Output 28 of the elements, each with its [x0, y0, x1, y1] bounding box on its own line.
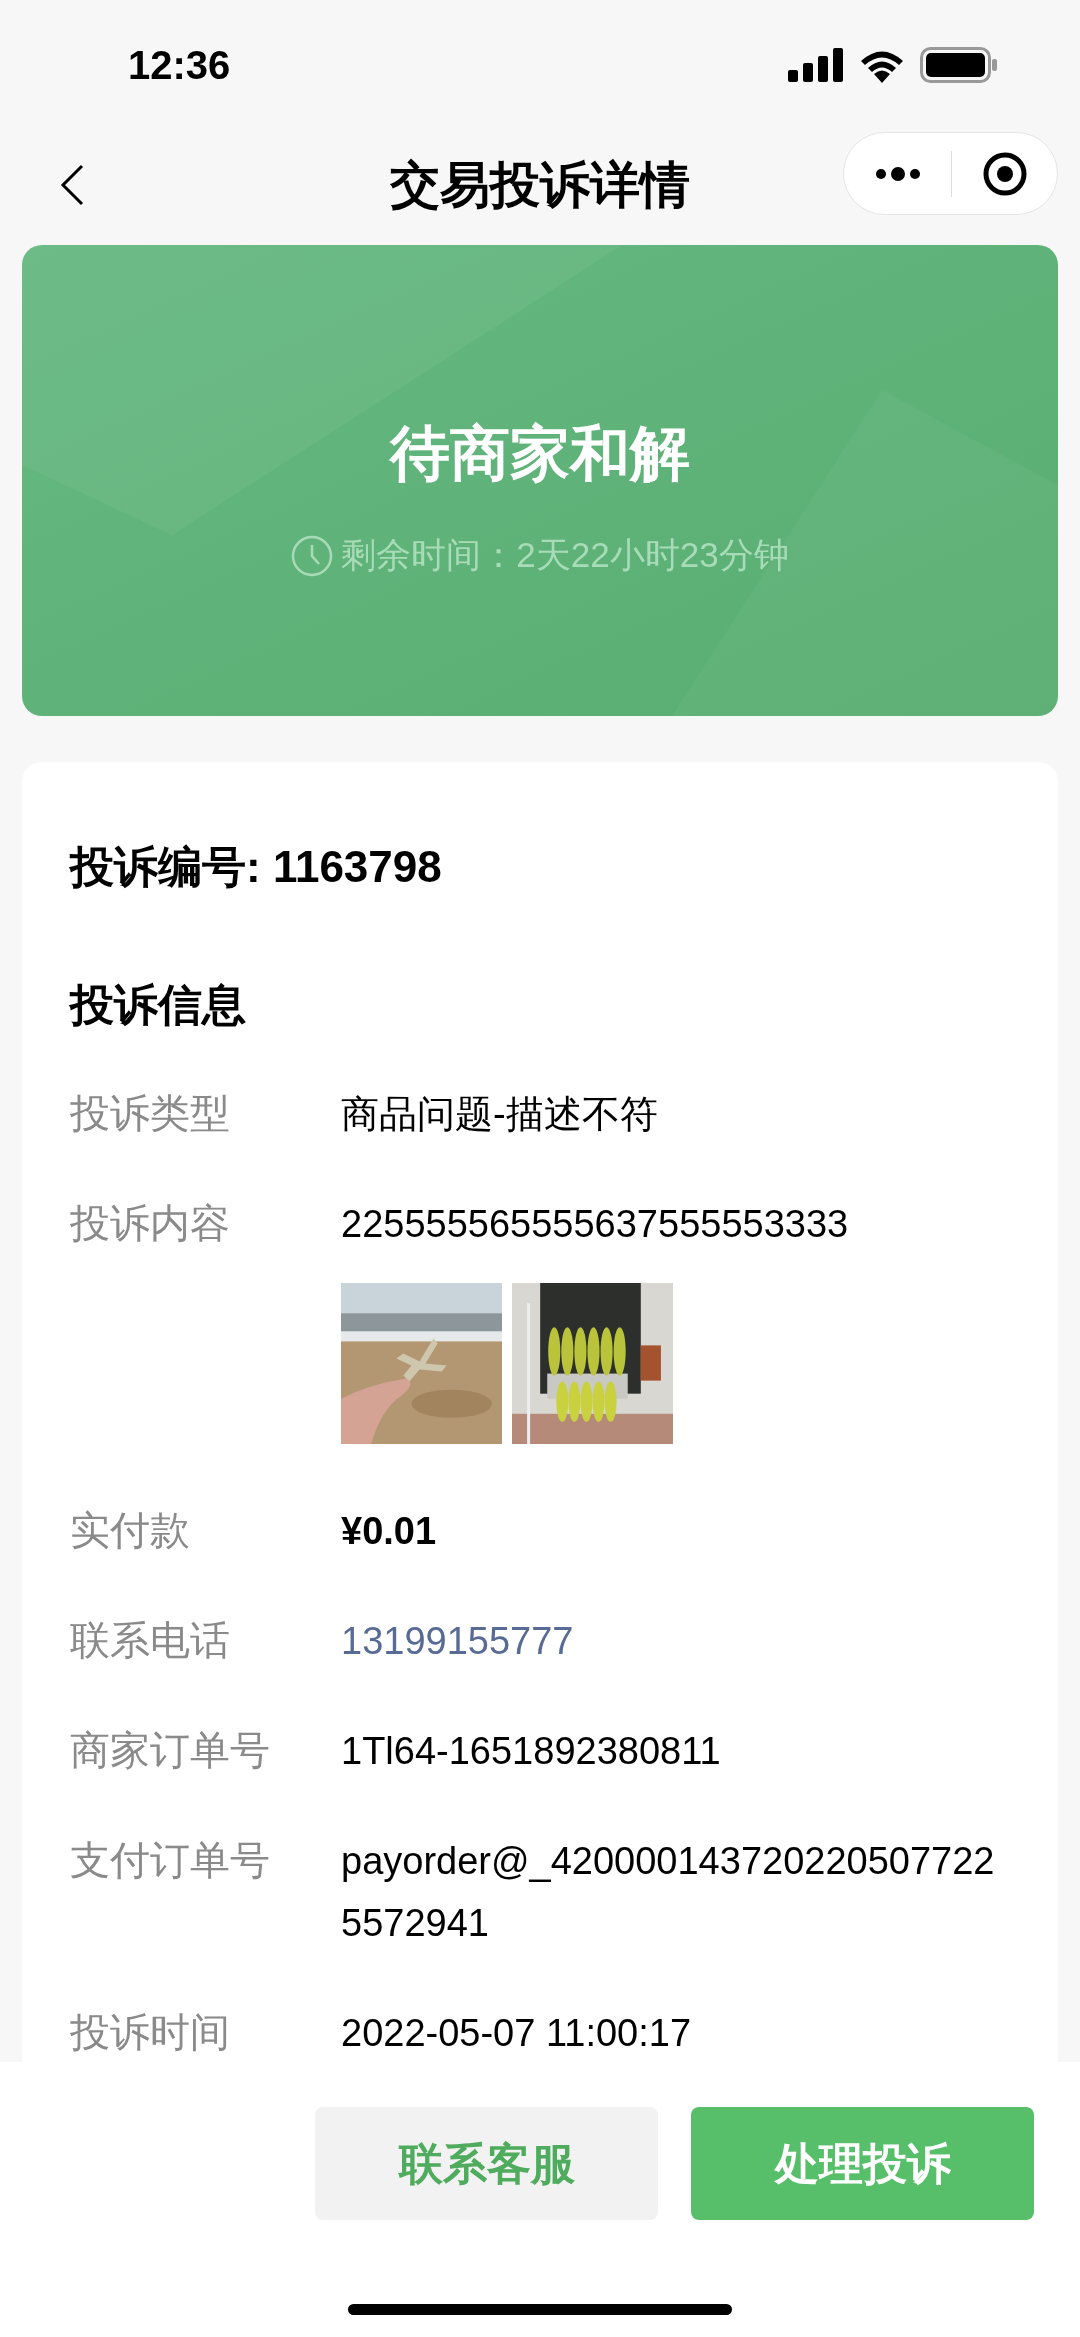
complaint-number: 投诉编号: 1163798 — [70, 841, 443, 893]
field-value: 2022-05-07 11:00:17 — [341, 2011, 693, 2056]
field-label: 投诉时间 — [70, 2009, 231, 2056]
contact-service-button[interactable]: 联系客服 — [315, 2107, 658, 2220]
signal-icon — [788, 48, 844, 82]
field-label: 联系电话 — [70, 1617, 231, 1664]
section-title: 投诉信息 — [70, 979, 247, 1031]
countdown-text: 剩余时间：2天22小时23分钟 — [341, 534, 789, 577]
banner-title: 待商家和解 — [390, 419, 690, 490]
field-label: 投诉内容 — [70, 1200, 231, 1247]
more-icon — [874, 166, 921, 181]
field-label: 商家订单号 — [70, 1727, 271, 1774]
field-label: 投诉类型 — [70, 1090, 231, 1137]
back-icon — [60, 164, 84, 206]
field-value: 1Tl64-1651892380811 — [341, 1729, 722, 1774]
handle-complaint-button[interactable]: 处理投诉 — [691, 2107, 1034, 2220]
battery-icon — [920, 47, 998, 83]
phone-link[interactable]: 13199155777 — [341, 1610, 1010, 1672]
page-title: 交易投诉详情 — [390, 155, 690, 215]
clock-icon — [291, 534, 334, 577]
field-label: 实付款 — [70, 1507, 191, 1554]
field-value: payorder@_4200001437202205077225572941 — [341, 1839, 996, 1946]
field-value: 商品问题-描述不符 — [341, 1092, 659, 1137]
target-icon — [981, 150, 1028, 197]
field-label: 支付订单号 — [70, 1837, 271, 1884]
field-value: ¥0.01 — [341, 1509, 438, 1554]
field-value: 225555565555637555553333 — [341, 1202, 850, 1247]
status-time: 12:36 — [128, 42, 231, 89]
